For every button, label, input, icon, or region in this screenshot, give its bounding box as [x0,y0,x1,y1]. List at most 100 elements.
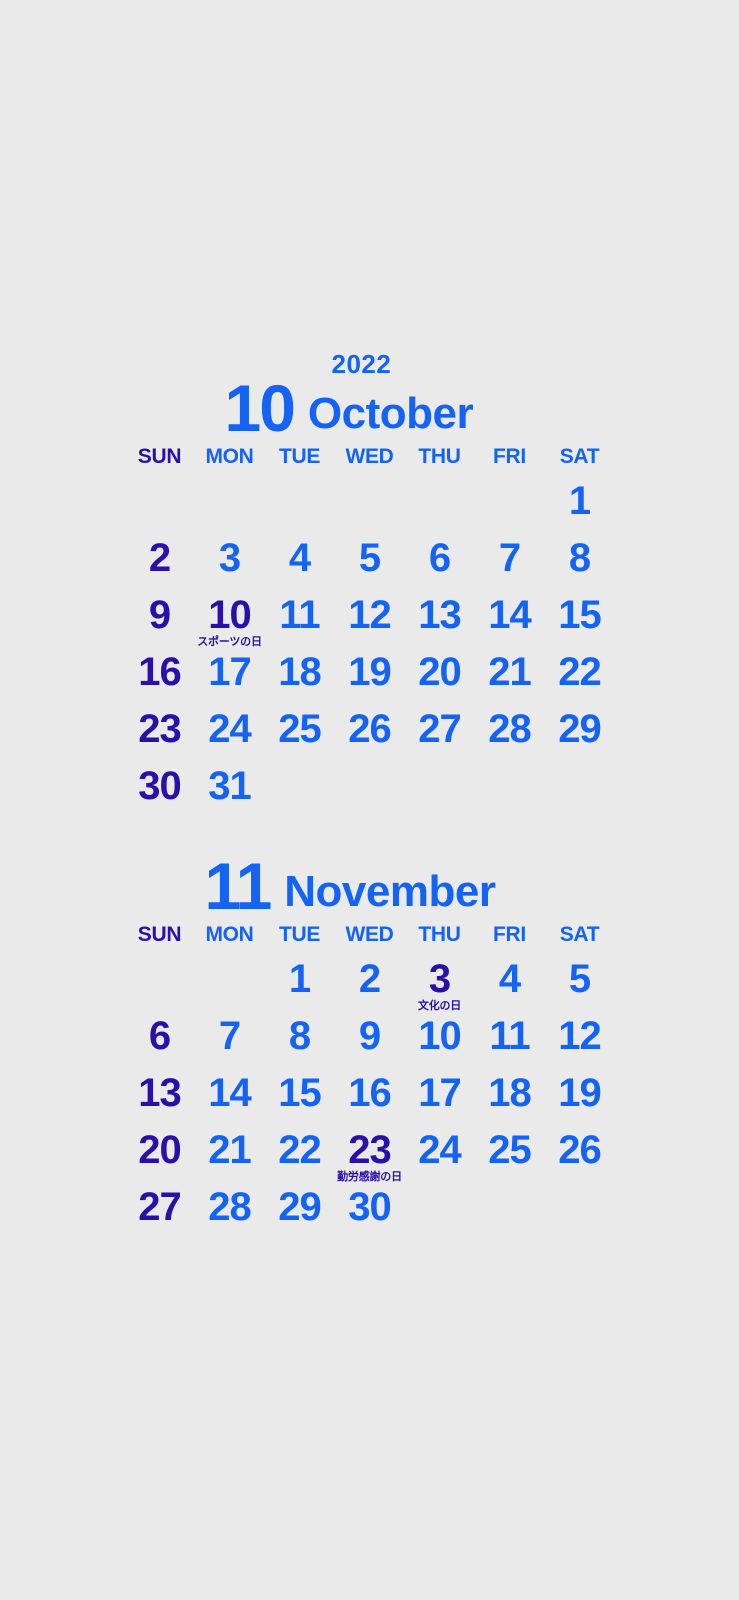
day-cell[interactable]: 12 [545,1008,615,1065]
day-cell[interactable]: 9 [125,587,195,644]
day-cell[interactable]: 29 [265,1179,335,1236]
weekday-header-sat: SAT [559,922,600,946]
day-number: 29 [558,706,601,751]
day-number: 20 [418,649,461,694]
day-cell[interactable]: 18 [475,1065,545,1122]
day-cell[interactable]: 25 [475,1122,545,1179]
weekday-header-sun: SUN [137,922,182,946]
day-number: 7 [498,535,521,580]
day-cell[interactable]: 31 [195,758,265,815]
day-cell[interactable]: 22 [265,1122,335,1179]
day-number: 22 [278,1127,321,1172]
day-cell-empty [405,473,475,530]
day-cell[interactable]: 29 [545,701,615,758]
day-cell[interactable]: 2 [335,951,405,1008]
day-number: 8 [568,535,591,580]
day-cell[interactable]: 23 [125,701,195,758]
day-cell-empty [475,758,545,815]
day-number: 16 [348,1070,391,1115]
day-cell[interactable]: 2 [125,530,195,587]
day-cell[interactable]: 24 [405,1122,475,1179]
day-cell[interactable]: 20 [405,644,475,701]
day-cell[interactable]: 4 [475,951,545,1008]
day-cell[interactable]: 18 [265,644,335,701]
day-cell[interactable]: 3 文化の日 [405,951,475,1012]
day-cell[interactable]: 19 [545,1065,615,1122]
day-cell-empty [545,758,615,815]
day-cell[interactable]: 5 [545,951,615,1008]
day-number: 24 [418,1127,461,1172]
day-cell[interactable]: 26 [335,701,405,758]
day-cell[interactable]: 9 [335,1008,405,1065]
day-cell[interactable]: 8 [545,530,615,587]
day-cell[interactable]: 17 [195,644,265,701]
day-cell[interactable]: 24 [195,701,265,758]
day-cell[interactable]: 4 [265,530,335,587]
day-cell[interactable]: 23 勤労感謝の日 [335,1122,405,1183]
day-cell[interactable]: 1 [265,951,335,1008]
day-cell[interactable]: 8 [265,1008,335,1065]
day-number: 30 [138,763,181,808]
day-cell[interactable]: 15 [545,587,615,644]
day-cell[interactable]: 17 [405,1065,475,1122]
day-cell[interactable]: 13 [125,1065,195,1122]
day-number: 23 [348,1127,391,1172]
day-cell[interactable]: 3 [195,530,265,587]
day-cell[interactable]: 30 [335,1179,405,1236]
day-cell[interactable]: 16 [335,1065,405,1122]
day-cell[interactable]: 16 [125,644,195,701]
month-name: November [284,866,496,916]
weekday-header-thu: THU [418,444,461,468]
day-number: 16 [138,649,181,694]
day-cell[interactable]: 13 [405,587,475,644]
day-cell[interactable]: 10 スポーツの日 [195,587,265,648]
day-cell-empty [475,1179,545,1236]
weekday-header-sun: SUN [137,444,182,468]
weekday-header-fri: FRI [493,444,526,468]
day-cell[interactable]: 1 [545,473,615,530]
month-header: 2022 10 October [125,351,615,445]
day-cell[interactable]: 28 [195,1179,265,1236]
day-cell[interactable]: 19 [335,644,405,701]
day-cell[interactable]: 20 [125,1122,195,1179]
day-cell-empty [335,758,405,815]
day-cell[interactable]: 14 [195,1065,265,1122]
day-cell[interactable]: 11 [475,1008,545,1065]
day-cell[interactable]: 15 [265,1065,335,1122]
day-number: 27 [138,1184,181,1229]
day-cell[interactable]: 14 [475,587,545,644]
day-cell[interactable]: 7 [475,530,545,587]
day-cell[interactable]: 11 [265,587,335,644]
day-cell[interactable]: 12 [335,587,405,644]
day-number: 25 [488,1127,531,1172]
day-cell[interactable]: 28 [475,701,545,758]
day-cell[interactable]: 21 [195,1122,265,1179]
day-number: 24 [208,706,251,751]
day-number: 31 [208,763,251,808]
day-cell[interactable]: 6 [125,1008,195,1065]
day-cell[interactable]: 22 [545,644,615,701]
day-cell-empty [335,473,405,530]
weekday-header-row: SUN MON TUE WED THU FRI SAT [125,923,615,947]
day-number: 2 [358,956,381,1001]
day-cell-empty [265,758,335,815]
day-number: 20 [138,1127,181,1172]
weekday-header-sat: SAT [559,444,600,468]
day-cell[interactable]: 5 [335,530,405,587]
day-cell[interactable]: 30 [125,758,195,815]
day-cell-empty [265,473,335,530]
day-cell[interactable]: 21 [475,644,545,701]
day-cell[interactable]: 6 [405,530,475,587]
day-cell[interactable]: 7 [195,1008,265,1065]
day-cell[interactable]: 27 [125,1179,195,1236]
month-number: 10 [224,370,296,445]
day-number: 6 [428,535,451,580]
day-cell-empty [195,473,265,530]
day-cell[interactable]: 27 [405,701,475,758]
day-number: 9 [148,592,171,637]
day-cell[interactable]: 10 [405,1008,475,1065]
day-cell[interactable]: 26 [545,1122,615,1179]
month-number: 11 [204,848,273,923]
day-cell[interactable]: 25 [265,701,335,758]
day-number: 11 [489,1013,530,1058]
